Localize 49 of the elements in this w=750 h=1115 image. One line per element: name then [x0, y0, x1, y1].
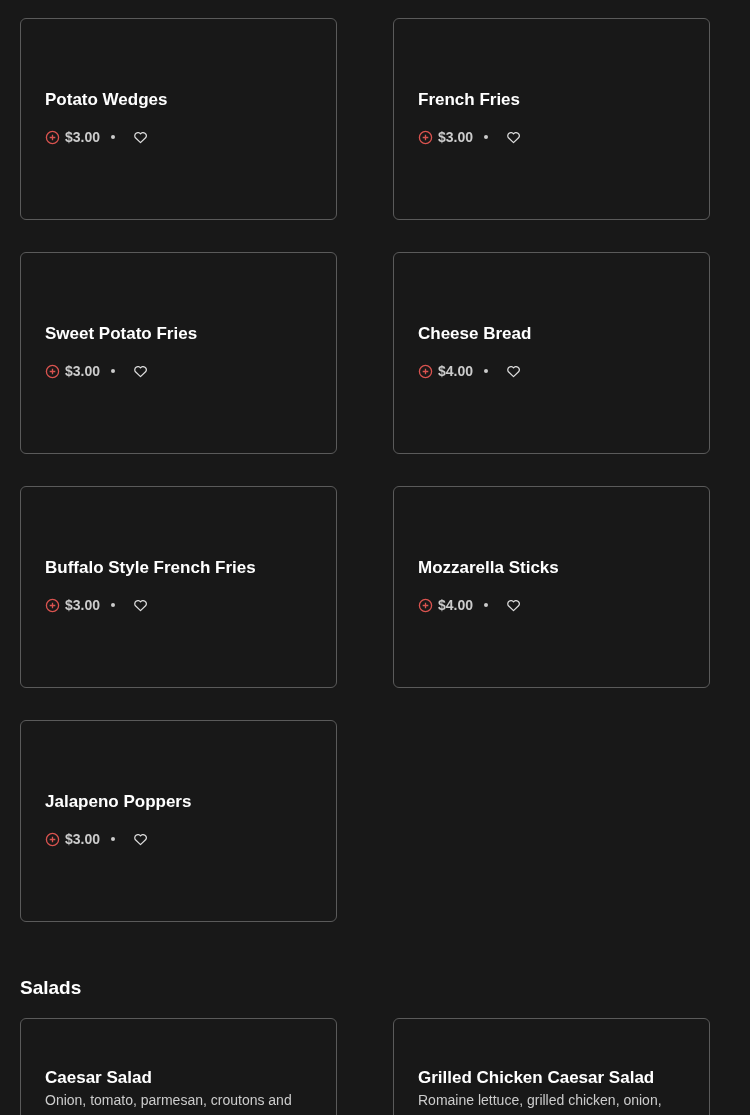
item-name: Cheese Bread: [418, 323, 533, 345]
heart-icon[interactable]: [133, 597, 149, 613]
item-name: French Fries: [418, 89, 522, 111]
item-name: Buffalo Style French Fries: [45, 557, 257, 579]
menu-item-card[interactable]: Grilled Chicken Caesar Salad Romaine lettuce, grilled chicken, onion,: [393, 1018, 710, 1115]
separator-dot: [484, 135, 489, 139]
add-icon[interactable]: [45, 129, 60, 145]
item-price: $3.00: [65, 363, 101, 379]
menu-item-card[interactable]: Buffalo Style French Fries $3.00: [20, 486, 337, 688]
add-icon[interactable]: [45, 363, 60, 379]
item-price: $3.00: [65, 129, 101, 145]
menu-item-card[interactable]: French Fries $3.00: [393, 18, 710, 220]
item-name: Sweet Potato Fries: [45, 323, 199, 345]
heart-icon[interactable]: [133, 363, 149, 379]
item-name: Mozzarella Sticks: [418, 557, 560, 579]
menu-item-card[interactable]: Potato Wedges $3.00: [20, 18, 337, 220]
item-name: Caesar Salad: [45, 1067, 153, 1089]
heart-icon[interactable]: [133, 129, 149, 145]
item-name: Potato Wedges: [45, 89, 169, 111]
menu-item-card[interactable]: Jalapeno Poppers $3.00: [20, 720, 337, 922]
add-icon[interactable]: [418, 597, 433, 613]
heart-icon[interactable]: [506, 363, 522, 379]
item-description: Onion, tomato, parmesan, croutons and: [45, 1091, 293, 1109]
separator-dot: [484, 369, 489, 373]
menu-item-card[interactable]: Sweet Potato Fries $3.00: [20, 252, 337, 454]
heart-icon[interactable]: [506, 129, 522, 145]
menu-item-card[interactable]: Mozzarella Sticks $4.00: [393, 486, 710, 688]
item-name: Jalapeno Poppers: [45, 791, 193, 813]
heart-icon[interactable]: [133, 831, 149, 847]
add-icon[interactable]: [45, 831, 60, 847]
heart-icon[interactable]: [506, 597, 522, 613]
item-price: $3.00: [65, 597, 101, 613]
section-heading: Salads: [20, 976, 83, 1000]
item-price: $3.00: [65, 831, 101, 847]
menu-item-card[interactable]: Cheese Bread $4.00: [393, 252, 710, 454]
separator-dot: [111, 837, 116, 841]
item-price: $4.00: [438, 363, 474, 379]
separator-dot: [111, 369, 116, 373]
add-icon[interactable]: [45, 597, 60, 613]
menu-item-card[interactable]: Caesar Salad Onion, tomato, parmesan, croutons and: [20, 1018, 337, 1115]
add-icon[interactable]: [418, 363, 433, 379]
separator-dot: [111, 603, 116, 607]
item-price: $4.00: [438, 597, 474, 613]
item-description: Romaine lettuce, grilled chicken, onion,: [418, 1091, 663, 1109]
separator-dot: [484, 603, 489, 607]
item-price: $3.00: [438, 129, 474, 145]
item-name: Grilled Chicken Caesar Salad: [418, 1067, 656, 1089]
separator-dot: [111, 135, 116, 139]
add-icon[interactable]: [418, 129, 433, 145]
